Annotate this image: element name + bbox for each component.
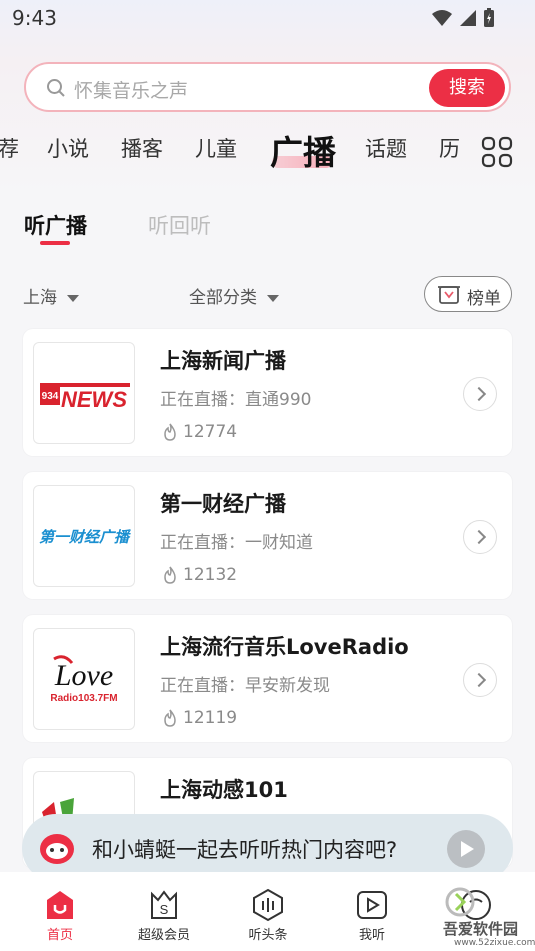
subtab-replay[interactable]: 听回听 <box>148 210 211 240</box>
search-icon <box>47 79 65 97</box>
chevron-right-icon[interactable] <box>463 377 497 411</box>
nav-my-listening-label: 我听 <box>358 928 385 943</box>
listener-count: 12774 <box>183 422 238 442</box>
nav-home[interactable]: 首页 <box>20 872 100 943</box>
chevron-right-icon[interactable] <box>463 663 497 697</box>
watermark-url: www.52zixue.com <box>454 938 535 948</box>
dropdown-arrow-icon <box>267 294 279 302</box>
home-icon <box>47 891 73 919</box>
station-name: 第一财经广播 <box>160 492 286 516</box>
station-live-program: 正在直播：直通990 <box>160 390 312 410</box>
station-logo: Love Radio103.7FM <box>33 628 135 730</box>
logo-subtext: Radio103.7FM <box>50 693 117 704</box>
news-logo-icon: 934 NEWS <box>40 383 130 412</box>
region-filter-label: 上海 <box>23 288 57 308</box>
status-time: 9:43 <box>12 6 57 30</box>
logo-text: 第一财经广播 <box>39 528 131 546</box>
chevron-right-icon[interactable] <box>463 520 497 554</box>
search-bar[interactable]: 怀集音乐之声 搜索 <box>24 62 511 112</box>
logo-text: Love <box>54 659 113 692</box>
tab-broadcast[interactable]: 广播 <box>270 126 336 174</box>
nav-my-listening[interactable]: 我听 <box>332 872 412 943</box>
signal-icon <box>460 10 476 26</box>
nav-home-label: 首页 <box>46 928 73 943</box>
battery-icon <box>484 8 494 27</box>
station-card[interactable]: 第一财经广播 第一财经广播 正在直播：一财知道 12132 <box>23 472 512 599</box>
region-filter[interactable]: 上海 <box>23 283 79 308</box>
station-live-program: 正在直播：一财知道 <box>160 533 313 553</box>
ranking-label: 榜单 <box>467 289 501 309</box>
dragonfly-mascot-icon <box>40 834 74 864</box>
category-filter-label: 全部分类 <box>189 288 257 308</box>
search-input[interactable]: 怀集音乐之声 <box>74 76 188 103</box>
ranking-button[interactable]: 榜单 <box>424 276 512 312</box>
love-radio-logo-icon: Love Radio103.7FM <box>50 655 118 704</box>
play-box-icon <box>357 891 387 919</box>
fire-icon <box>164 423 176 441</box>
category-grid-icon[interactable] <box>481 136 513 168</box>
station-logo: 第一财经广播 <box>33 485 135 587</box>
dropdown-arrow-icon <box>67 294 79 302</box>
tab-children[interactable]: 儿童 <box>195 133 237 163</box>
subtab-underline <box>40 241 70 245</box>
vip-crown-icon: S <box>151 890 177 919</box>
headlines-icon <box>253 888 283 922</box>
station-name: 上海动感101 <box>160 778 288 802</box>
status-icons <box>431 8 495 28</box>
tab-recommend[interactable]: 荐 <box>0 133 19 163</box>
nav-headlines-label: 听头条 <box>248 928 288 943</box>
banner-text: 和小蜻蜓一起去听听热门内容吧? <box>92 838 398 862</box>
watermark: 吾爱软件园 www.52zixue.com <box>440 880 535 951</box>
station-card[interactable]: Love Radio103.7FM 上海流行音乐LoveRadio 正在直播：早… <box>23 615 512 742</box>
play-icon[interactable] <box>447 830 485 868</box>
tab-history[interactable]: 历 <box>439 133 465 163</box>
fire-icon <box>164 566 176 584</box>
tab-podcast[interactable]: 播客 <box>121 133 163 163</box>
watermark-text: 吾爱软件园 <box>443 920 519 938</box>
station-card[interactable]: 934 NEWS 上海新闻广播 正在直播：直通990 12774 <box>23 329 512 456</box>
search-button[interactable]: 搜索 <box>429 69 505 107</box>
station-name: 上海流行音乐LoveRadio <box>160 635 409 659</box>
fire-icon <box>164 709 176 727</box>
category-filter[interactable]: 全部分类 <box>189 283 279 308</box>
tab-topics[interactable]: 话题 <box>365 133 407 163</box>
logo-number: 934 <box>42 391 59 402</box>
station-live-program: 正在直播：早安新发现 <box>160 676 330 696</box>
logo-text: NEWS <box>61 387 127 412</box>
nav-vip[interactable]: S 超级会员 <box>124 872 204 943</box>
svg-text:S: S <box>160 902 169 917</box>
tab-novel[interactable]: 小说 <box>47 133 89 163</box>
ranking-icon <box>438 286 460 304</box>
wifi-icon <box>432 10 452 26</box>
listener-count: 12132 <box>183 565 238 585</box>
subtab-live-radio[interactable]: 听广播 <box>24 210 87 240</box>
watermark-logo-icon <box>445 887 475 917</box>
finance-logo-icon: 第一财经广播 <box>39 528 131 546</box>
nav-headlines[interactable]: 听头条 <box>228 872 308 943</box>
station-logo: 934 NEWS <box>33 342 135 444</box>
listener-count: 12119 <box>183 708 238 728</box>
station-name: 上海新闻广播 <box>160 349 286 373</box>
nav-vip-label: 超级会员 <box>137 928 190 943</box>
